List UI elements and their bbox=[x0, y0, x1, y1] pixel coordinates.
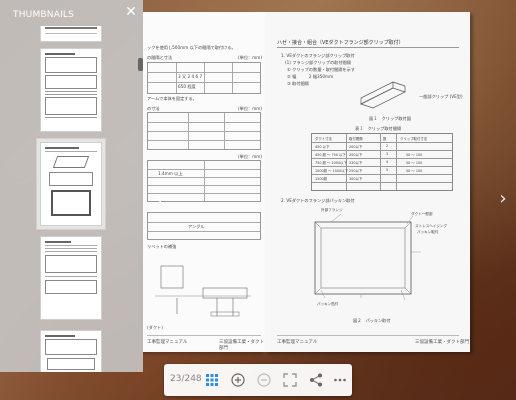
zoom-out-button[interactable] bbox=[256, 372, 272, 388]
table-cell: 250以下 bbox=[349, 169, 363, 173]
table-cell: 200以下 bbox=[349, 145, 363, 149]
thumbnail-item[interactable] bbox=[40, 330, 102, 372]
more-button[interactable] bbox=[332, 372, 348, 388]
table-caption: 表１ クリップ取付間隔 bbox=[355, 126, 402, 131]
diagram-label: ダクト一般部 bbox=[411, 212, 433, 216]
clip-table: ダクト寸法 取付間隔 数 クリップ取付寸法 450 以下 200以下 2 450… bbox=[311, 133, 453, 191]
table-cell: 750 超 ～ 1000以下 bbox=[315, 161, 347, 165]
left-line: アームで本体を固定する。 bbox=[147, 96, 197, 101]
left-table-text: 3 又 2 4 6 7 bbox=[178, 74, 203, 79]
fullscreen-button[interactable] bbox=[282, 372, 298, 388]
close-icon[interactable]: ✕ bbox=[124, 5, 138, 19]
diagram-label: ストレスヘイジング bbox=[415, 224, 448, 228]
left-line: (単位：mm) bbox=[238, 55, 262, 60]
thumbnail-item[interactable] bbox=[40, 236, 102, 320]
right-page: ハゼ・接合・組合（VEダクトフランジ部クリップ取付） 1. VEダクトのフランジ… bbox=[265, 12, 470, 352]
table-cell: 50 ～ 100 bbox=[406, 169, 423, 173]
right-page-title: ハゼ・接合・組合（VEダクトフランジ部クリップ取付） bbox=[277, 40, 404, 46]
right-line: ① クリップの数量・取付間隔を示す bbox=[287, 67, 355, 72]
diagram-label: パッキン取付 bbox=[417, 230, 439, 234]
figure-caption: 図１ クリップ取付図 bbox=[369, 116, 411, 121]
right-line: 2. VEダクトのフランジ部パッキン取付 bbox=[281, 198, 355, 203]
figure-caption: 図２ パッキン取付 bbox=[353, 318, 391, 323]
page-indicator[interactable]: 23/248 bbox=[170, 374, 202, 384]
table-cell: 450 超 ～ 750 以下 bbox=[315, 153, 346, 157]
right-line: ② 幅 2 幅350mm bbox=[287, 74, 334, 79]
share-button[interactable] bbox=[308, 372, 324, 388]
table-cell: 230以下 bbox=[349, 161, 363, 165]
left-table-2 bbox=[147, 112, 261, 150]
prev-page-arrow[interactable]: ‹ bbox=[151, 188, 167, 210]
table-cell: 50 ～ 100 bbox=[406, 153, 423, 157]
left-table-text: 650 程度 bbox=[178, 84, 196, 89]
thumbnail-list[interactable] bbox=[30, 26, 114, 372]
table-cell: 4 bbox=[386, 160, 389, 164]
grid-icon bbox=[206, 374, 218, 386]
left-page: ックを使用し500mm 以下の間隔で取付ける。 の間隔と寸法 (単位：mm) 3… bbox=[143, 12, 265, 352]
left-line: リベットの補強 bbox=[147, 244, 177, 249]
right-footer-rule bbox=[277, 335, 459, 336]
table-cell: 200以下 bbox=[349, 153, 363, 157]
table-header: 取付間隔 bbox=[349, 137, 363, 141]
left-line: ックを使用し500mm 以下の間隔で取付ける。 bbox=[147, 45, 236, 50]
left-table-text: 1.4mm 以上 bbox=[158, 171, 183, 176]
zoom-in-icon bbox=[231, 373, 245, 387]
scrollbar-handle[interactable] bbox=[138, 58, 143, 71]
table-cell: 300以下 bbox=[349, 177, 363, 181]
thumbnail-item-selected[interactable] bbox=[37, 139, 105, 229]
table-header: 数 bbox=[383, 137, 387, 141]
table-cell: 3 bbox=[386, 152, 389, 156]
left-footer-title: 工事監理マニュアル bbox=[147, 340, 188, 345]
table-cell: 2 bbox=[386, 144, 389, 148]
left-footer-rule bbox=[147, 335, 261, 336]
thumbnails-grid-button[interactable] bbox=[204, 372, 220, 388]
bottom-toolbar: 23/248 bbox=[164, 364, 352, 396]
right-line: (1) フランジ部クリップの取付間隔 bbox=[285, 60, 351, 65]
clip-diagram bbox=[360, 81, 406, 109]
right-line: 1. VEダクトのフランジ部クリップ取付 bbox=[281, 53, 355, 58]
left-line: の間隔と寸法 bbox=[147, 55, 173, 60]
left-table-4: アングル bbox=[147, 212, 261, 240]
diagram-label: パッキン貼付 bbox=[317, 302, 339, 306]
right-line: ③ 取付間隔 bbox=[287, 81, 309, 86]
table-header: クリップ取付寸法 bbox=[400, 137, 428, 141]
left-table-1: 3 又 2 4 6 7 650 程度 bbox=[147, 62, 261, 94]
left-line: (ダクト) bbox=[147, 325, 163, 330]
left-footer-company: 三協設備工業・ダクト部門 bbox=[219, 340, 264, 351]
right-footer-title: 工事監理マニュアル bbox=[277, 340, 318, 345]
table-cell: 450 以下 bbox=[315, 145, 330, 149]
title-rule bbox=[277, 47, 459, 48]
thumbnails-panel: THUMBNAILS ✕ bbox=[0, 0, 143, 372]
more-icon bbox=[334, 378, 346, 382]
table-cell: 5 bbox=[386, 168, 389, 172]
thumbnail-item[interactable] bbox=[40, 48, 102, 132]
left-table-text: アングル bbox=[188, 224, 205, 229]
next-page-arrow[interactable]: › bbox=[495, 188, 511, 210]
right-footer-company: 三協設備工業・ダクト部門 bbox=[415, 340, 469, 345]
share-icon bbox=[310, 373, 322, 387]
right-line: 一般部クリップ (VE型) bbox=[419, 94, 463, 99]
table-cell: 50 ～ 100 bbox=[406, 161, 423, 165]
diagram-label: 外部フランジ bbox=[321, 208, 343, 212]
thumbnail-item[interactable] bbox=[40, 26, 102, 42]
table-header: ダクト寸法 bbox=[315, 137, 332, 141]
zoom-in-button[interactable] bbox=[230, 372, 246, 388]
left-diagram bbox=[155, 265, 251, 317]
zoom-out-icon bbox=[257, 373, 271, 387]
table-cell: 1500超 bbox=[315, 177, 328, 181]
panel-title: THUMBNAILS bbox=[13, 10, 75, 20]
book-spread[interactable]: ックを使用し500mm 以下の間隔で取付ける。 の間隔と寸法 (単位：mm) 3… bbox=[143, 0, 516, 358]
fullscreen-icon bbox=[283, 373, 297, 387]
table-cell: 1000超 ～ 1500以下 bbox=[315, 169, 348, 173]
